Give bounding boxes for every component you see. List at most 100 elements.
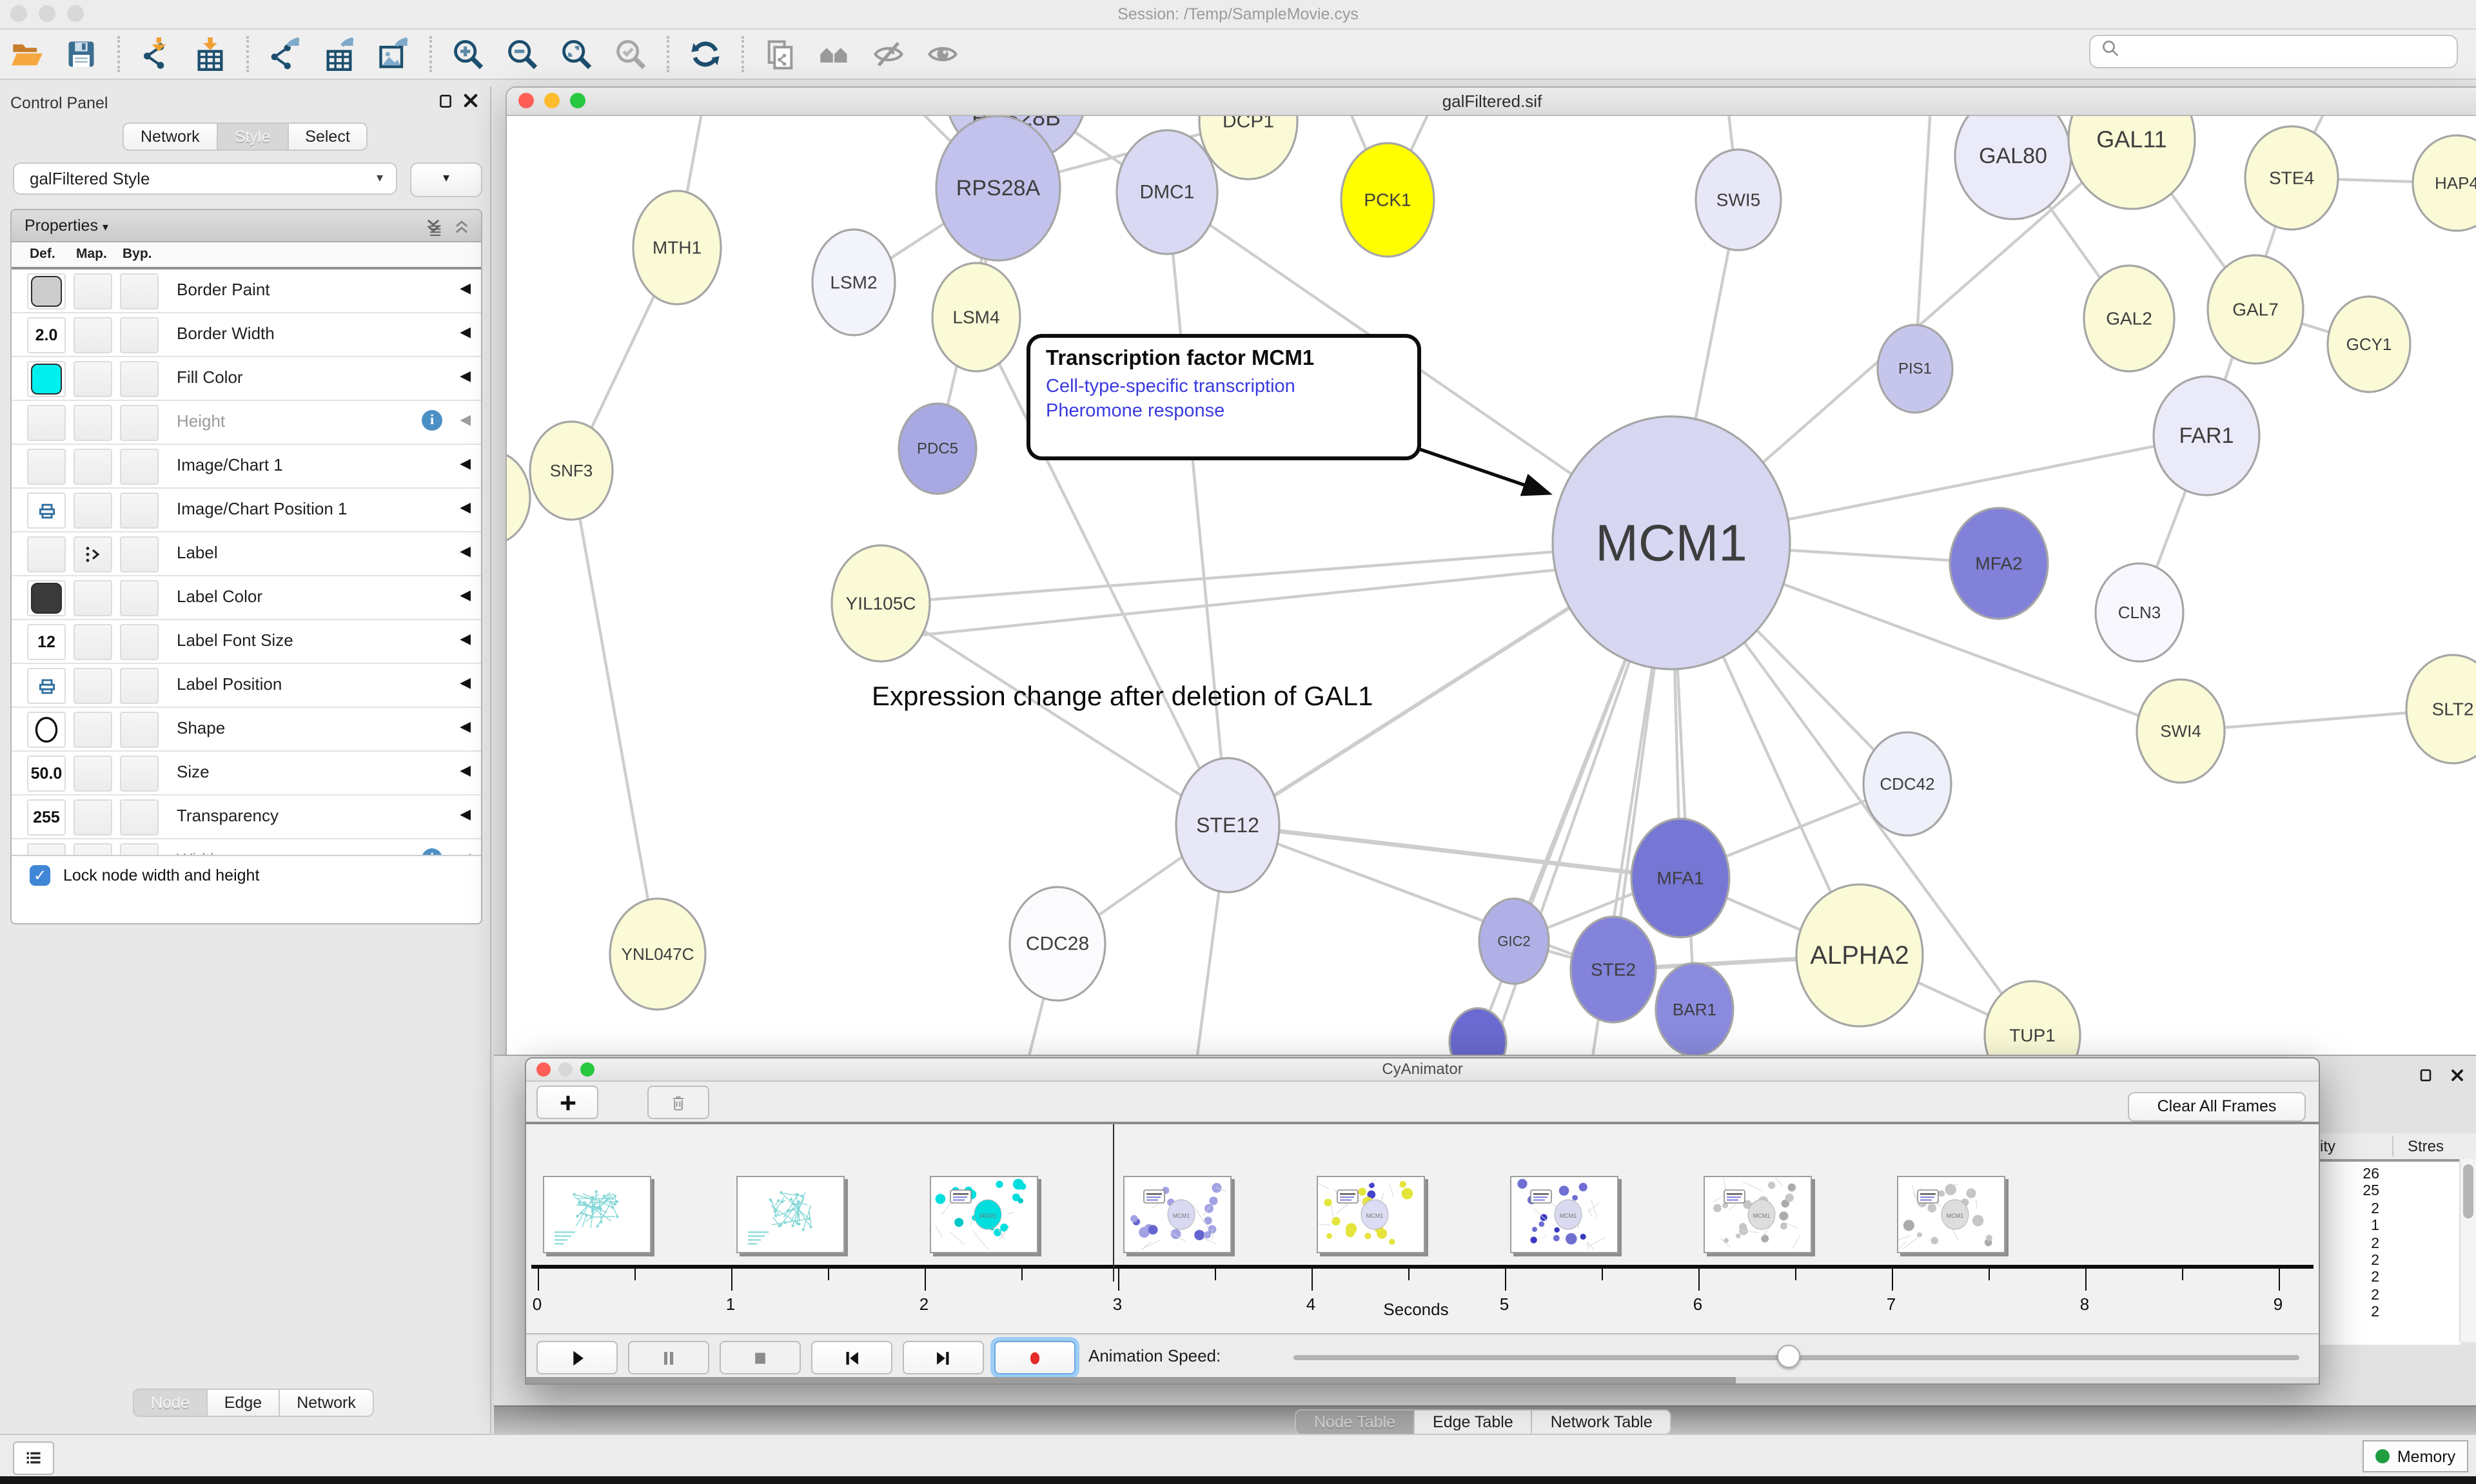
node-edgey[interactable] (507, 451, 530, 544)
zoom-in-icon[interactable] (446, 35, 490, 73)
float-table-icon[interactable] (2417, 1066, 2433, 1088)
close-panel-icon[interactable] (462, 92, 480, 116)
property-row-size[interactable]: 50.0Size◀ (12, 752, 481, 796)
node-cdc42[interactable]: CDC42 (1863, 732, 1951, 835)
expand-row-icon[interactable]: ◀ (460, 324, 471, 340)
property-row-label-position[interactable]: Label Position◀ (12, 664, 481, 708)
node-slt2[interactable]: SLT2 (2406, 655, 2476, 763)
property-row-border-paint[interactable]: Border Paint◀ (12, 269, 481, 313)
node-dmc1[interactable]: DMC1 (1117, 130, 1217, 254)
annotation-link[interactable]: Cell-type-specific transcription (1046, 375, 1402, 400)
timeline[interactable]: MCM1MCM1MCM1MCM1MCM1MCM1 0123456789 Seco… (526, 1124, 2319, 1333)
expand-row-icon[interactable]: ◀ (460, 411, 471, 428)
property-row-border-width[interactable]: 2.0Border Width◀ (12, 313, 481, 357)
refresh-icon[interactable] (683, 35, 727, 73)
frame-thumbnail-5[interactable]: MCM1 (1509, 1176, 1618, 1253)
clear-all-frames-button[interactable]: Clear All Frames (2128, 1092, 2306, 1122)
table-cell[interactable]: 25 (2317, 1184, 2379, 1200)
property-row-height[interactable]: Heighti◀ (12, 401, 481, 445)
table-cell[interactable]: 2 (2317, 1305, 2379, 1320)
node-snf3[interactable]: SNF3 (530, 422, 613, 520)
frame-thumbnail-4[interactable]: MCM1 (1316, 1176, 1424, 1253)
expand-row-icon[interactable]: ◀ (460, 543, 471, 560)
style-options-button[interactable]: ▾ (410, 162, 482, 197)
lock-checkbox[interactable]: ✓ (30, 865, 50, 886)
table-cell[interactable]: 2 (2317, 1236, 2379, 1251)
close-cyanimator-button[interactable] (536, 1062, 551, 1077)
close-network-button[interactable] (518, 93, 534, 108)
frame-thumbnail-3[interactable]: MCM1 (1123, 1176, 1231, 1253)
node-ste2[interactable]: STE2 (1571, 917, 1656, 1022)
expand-row-icon[interactable]: ◀ (460, 499, 471, 516)
property-row-label-color[interactable]: Label Color◀ (12, 576, 481, 620)
zoom-fit-icon[interactable] (555, 35, 598, 73)
add-frame-button[interactable] (536, 1086, 598, 1119)
frame-thumbnail-7[interactable]: MCM1 (1896, 1176, 2005, 1253)
zoom-network-button[interactable] (570, 93, 585, 108)
minimize-network-button[interactable] (544, 93, 560, 108)
node-gal80[interactable]: GAL80 (1955, 115, 2071, 219)
node-hap4[interactable]: HAP4 (2413, 135, 2476, 231)
open-icon[interactable] (5, 35, 49, 73)
play-button[interactable] (536, 1341, 618, 1374)
step-back-button[interactable] (811, 1341, 892, 1374)
style-selector[interactable]: galFiltered Style▾ (13, 162, 397, 195)
tab-network[interactable]: Network (280, 1389, 374, 1417)
node-alpha2[interactable]: ALPHA2 (1796, 884, 1923, 1026)
node-table[interactable]: ity Stres 26252122222 (2317, 1159, 2461, 1345)
node-gic2[interactable]: GIC2 (1479, 899, 1549, 984)
frame-thumbnail-1[interactable] (736, 1176, 844, 1253)
node-swi5[interactable]: SWI5 (1696, 150, 1781, 250)
zoom-cyanimator-button[interactable] (580, 1062, 594, 1077)
table-cell[interactable]: 2 (2317, 1202, 2379, 1217)
node-pis1[interactable]: PIS1 (1878, 325, 1952, 413)
search-box[interactable] (2089, 35, 2458, 68)
float-panel-icon[interactable] (437, 93, 454, 116)
memory-button[interactable]: Memory (2363, 1440, 2468, 1472)
export-image-icon[interactable] (371, 35, 415, 73)
node-ste4[interactable]: STE4 (2245, 126, 2338, 229)
node-bar1[interactable]: BAR1 (1656, 963, 1733, 1056)
node-cdc28[interactable]: CDC28 (1010, 887, 1105, 1001)
node-cln3[interactable]: CLN3 (2096, 563, 2183, 661)
search-input[interactable] (2120, 41, 2457, 62)
node-gal11[interactable]: GAL11 (2068, 115, 2195, 209)
table-cell[interactable]: 2 (2317, 1253, 2379, 1269)
property-row-image-chart-position-1[interactable]: Image/Chart Position 1◀ (12, 489, 481, 532)
chevron-double-up-icon[interactable] (453, 215, 471, 246)
table-cell[interactable]: 2 (2317, 1288, 2379, 1303)
node-ynl047c[interactable]: YNL047C (610, 899, 705, 1010)
node-gcy1[interactable]: GCY1 (2328, 297, 2410, 392)
annotation-callout[interactable]: Transcription factor MCM1 Cell-type-spec… (1027, 334, 1421, 460)
expand-row-icon[interactable]: ◀ (460, 718, 471, 735)
expand-row-icon[interactable]: ◀ (460, 280, 471, 297)
expand-row-icon[interactable]: ◀ (460, 762, 471, 779)
zoom-out-icon[interactable] (500, 35, 544, 73)
property-row-label[interactable]: Label◀ (12, 532, 481, 576)
save-icon[interactable] (59, 35, 103, 73)
record-button[interactable] (994, 1341, 1076, 1374)
node-rps28a[interactable]: RPS28A (936, 116, 1060, 260)
tab-network-table[interactable]: Network Table (1533, 1409, 1672, 1435)
expand-row-icon[interactable]: ◀ (460, 455, 471, 472)
close-window-button[interactable] (10, 5, 27, 22)
node-lsm2[interactable]: LSM2 (812, 229, 895, 335)
tab-node[interactable]: Node (133, 1389, 208, 1417)
property-row-label-font-size[interactable]: 12Label Font Size◀ (12, 620, 481, 664)
playhead[interactable] (1112, 1124, 1115, 1282)
expand-row-icon[interactable]: ◀ (460, 367, 471, 384)
close-table-icon[interactable] (2449, 1066, 2466, 1088)
export-table-icon[interactable] (317, 35, 361, 73)
expand-row-icon[interactable]: ◀ (460, 587, 471, 603)
node-ste12[interactable]: STE12 (1176, 758, 1279, 892)
table-header[interactable]: ity Stres (2317, 1133, 2476, 1159)
node-gal2[interactable]: GAL2 (2084, 266, 2174, 371)
tab-edge-table[interactable]: Edge Table (1415, 1409, 1533, 1435)
tab-style[interactable]: Style (218, 122, 289, 151)
node-gal7[interactable]: GAL7 (2208, 255, 2303, 364)
properties-header[interactable]: Properties ▾ ≣︎ (12, 210, 481, 242)
tab-edge[interactable]: Edge (208, 1389, 280, 1417)
expand-row-icon[interactable]: ◀ (460, 630, 471, 647)
property-row-fill-color[interactable]: Fill Color◀ (12, 357, 481, 401)
node-lsm4[interactable]: LSM4 (932, 263, 1020, 371)
